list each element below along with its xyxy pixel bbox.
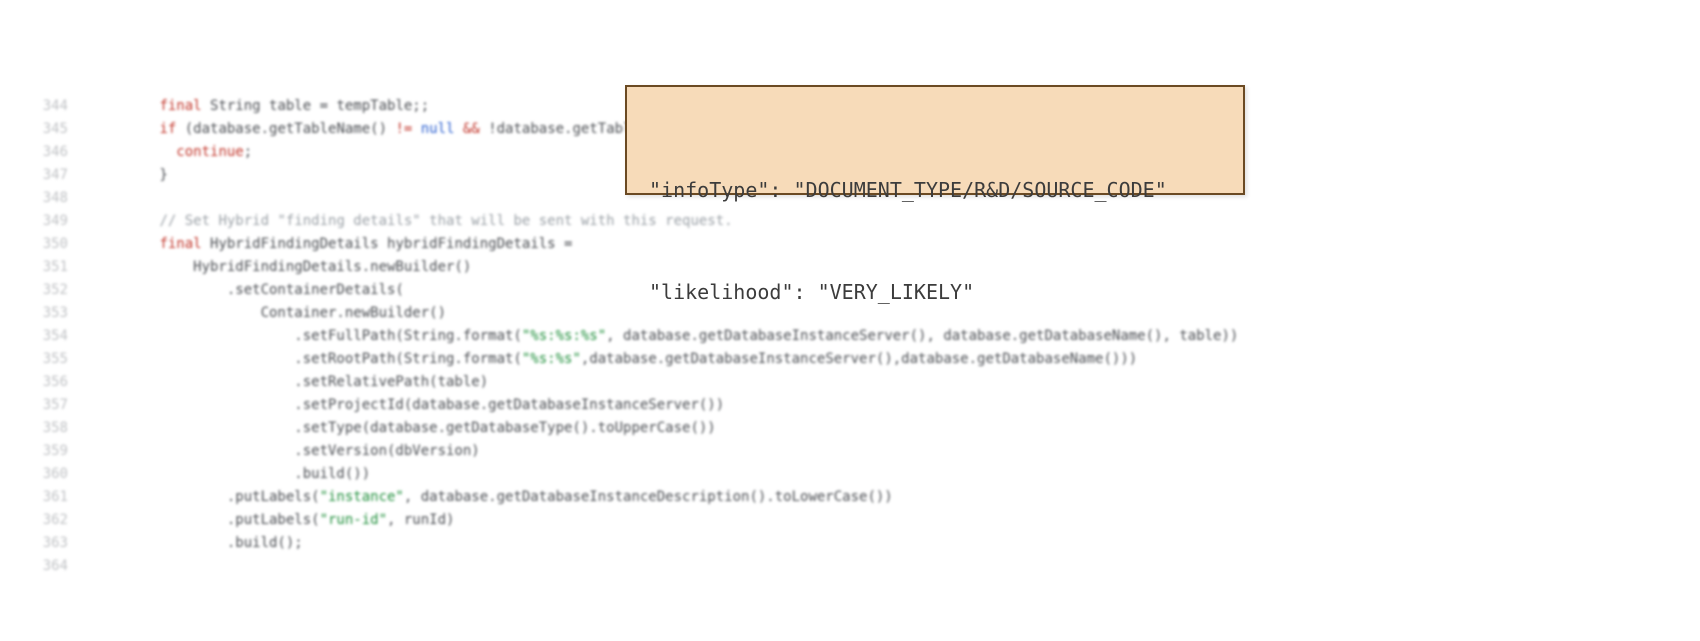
code-content[interactable]: HybridFindingDetails.newBuilder() [92, 256, 471, 279]
code-line[interactable]: 358 .setType(database.getDatabaseType().… [20, 417, 1120, 440]
code-line[interactable]: 361 .putLabels("instance", database.getD… [20, 486, 1120, 509]
code-line[interactable]: 355 .setRootPath(String.format("%s:%s",d… [20, 348, 1120, 371]
line-number: 361 [20, 486, 92, 509]
code-content[interactable]: .build(); [92, 532, 303, 555]
code-content[interactable]: final String table = tempTable;; [92, 95, 429, 118]
code-content[interactable]: Container.newBuilder() [92, 302, 446, 325]
code-line[interactable]: 362 .putLabels("run-id", runId) [20, 509, 1120, 532]
callout-line-2: "likelihood": "VERY_LIKELY" [649, 275, 1221, 309]
code-content[interactable]: .setContainerDetails( [92, 279, 404, 302]
line-number: 348 [20, 187, 92, 210]
line-number: 351 [20, 256, 92, 279]
code-line[interactable]: 357 .setProjectId(database.getDatabaseIn… [20, 394, 1120, 417]
code-line[interactable]: 356 .setRelativePath(table) [20, 371, 1120, 394]
line-number: 347 [20, 164, 92, 187]
code-content[interactable]: .setRootPath(String.format("%s:%s",datab… [92, 348, 1137, 371]
line-number: 360 [20, 463, 92, 486]
line-number: 350 [20, 233, 92, 256]
classification-callout: "infoType": "DOCUMENT_TYPE/R&D/SOURCE_CO… [625, 85, 1245, 195]
line-number: 362 [20, 509, 92, 532]
code-line[interactable]: 359 .setVersion(dbVersion) [20, 440, 1120, 463]
code-content[interactable]: .setRelativePath(table) [92, 371, 488, 394]
code-content[interactable]: // Set Hybrid "finding details" that wil… [92, 210, 733, 233]
line-number: 346 [20, 141, 92, 164]
line-number: 364 [20, 555, 92, 578]
code-content[interactable]: .setVersion(dbVersion) [92, 440, 480, 463]
line-number: 352 [20, 279, 92, 302]
line-number: 349 [20, 210, 92, 233]
code-line[interactable]: 360 .build()) [20, 463, 1120, 486]
callout-line-1: "infoType": "DOCUMENT_TYPE/R&D/SOURCE_CO… [649, 173, 1221, 207]
code-content[interactable]: final HybridFindingDetails hybridFinding… [92, 233, 572, 256]
line-number: 363 [20, 532, 92, 555]
line-number: 345 [20, 118, 92, 141]
code-content[interactable]: continue; [92, 141, 252, 164]
code-content[interactable]: .putLabels("instance", database.getDatab… [92, 486, 893, 509]
line-number: 358 [20, 417, 92, 440]
code-content[interactable]: .setProjectId(database.getDatabaseInstan… [92, 394, 724, 417]
line-number: 357 [20, 394, 92, 417]
code-line[interactable]: 364 [20, 555, 1120, 578]
code-content[interactable]: .setType(database.getDatabaseType().toUp… [92, 417, 716, 440]
line-number: 359 [20, 440, 92, 463]
code-content[interactable]: } [92, 164, 168, 187]
code-content[interactable]: .build()) [92, 463, 370, 486]
code-line[interactable]: 363 .build(); [20, 532, 1120, 555]
code-content[interactable]: .putLabels("run-id", runId) [92, 509, 454, 532]
line-number: 353 [20, 302, 92, 325]
line-number: 355 [20, 348, 92, 371]
line-number: 354 [20, 325, 92, 348]
line-number: 356 [20, 371, 92, 394]
line-number: 344 [20, 95, 92, 118]
code-content[interactable]: if (database.getTableName() != null && !… [92, 118, 716, 141]
